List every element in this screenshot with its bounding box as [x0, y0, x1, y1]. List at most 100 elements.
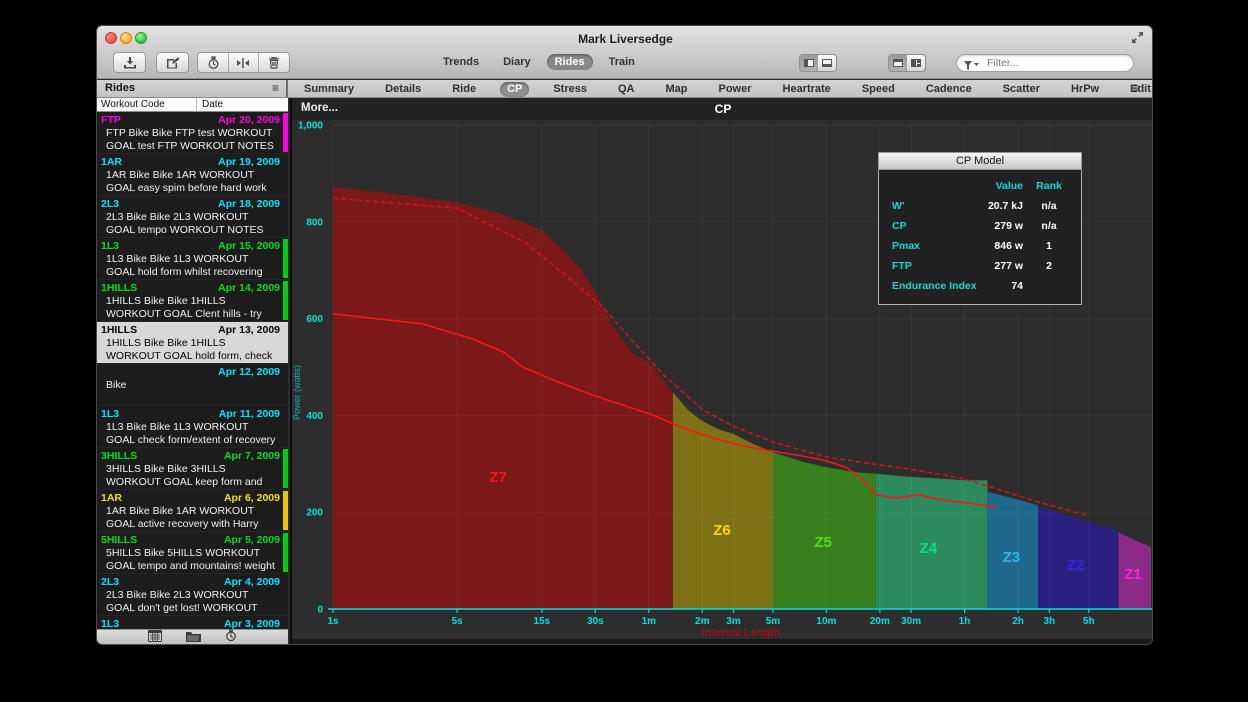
zone-label-z4: Z4 [920, 540, 938, 557]
ride-list-item[interactable]: 3HILLSApr 7, 20093HILLS Bike Bike 3HILLS… [97, 448, 288, 490]
cp-model-cell: 277 w [979, 260, 1023, 272]
sidebar-menu-icon[interactable]: ≡ [272, 81, 279, 95]
chart-tab-speed[interactable]: Speed [855, 82, 902, 97]
chart-menu-icon[interactable]: ≡ [1133, 81, 1140, 95]
ride-description: 1HILLS Bike Bike 1HILLS [101, 295, 280, 308]
ride-date: Apr 7, 2009 [224, 450, 280, 463]
rides-sidebar: Workout Code Date FTPApr 20, 2009FTP Bik… [97, 98, 288, 645]
single-pane-icon[interactable] [889, 55, 907, 71]
chart-tab-scatter[interactable]: Scatter [996, 82, 1047, 97]
ride-workout-code: 1AR [101, 492, 122, 505]
ride-description: GOAL tempo WORKOUT NOTES [101, 224, 280, 237]
view-tab-diary[interactable]: Diary [495, 54, 539, 70]
ride-description: Bike [101, 379, 280, 392]
ride-description: GOAL tempo and mountains! weight [101, 560, 280, 573]
x-tick-label: 5m [766, 616, 781, 627]
x-tick-label: 1s [327, 616, 339, 627]
filter-field-wrap [956, 53, 1134, 71]
ride-date: Apr 20, 2009 [218, 114, 280, 127]
ride-list-item[interactable]: 1HILLSApr 13, 20091HILLS Bike Bike 1HILL… [97, 322, 288, 364]
cp-model-table-header[interactable]: CP Model [878, 152, 1082, 170]
rides-list: FTPApr 20, 2009FTP Bike Bike FTP test WO… [97, 112, 288, 629]
chart-tab-map[interactable]: Map [658, 82, 694, 97]
chart-tab-cadence[interactable]: Cadence [919, 82, 979, 97]
ride-description: 3HILLS Bike Bike 3HILLS [101, 463, 280, 476]
ride-date: Apr 13, 2009 [218, 324, 280, 337]
y-axis-title: Power (watts) [292, 365, 302, 420]
chart-tab-hrpw[interactable]: HrPw [1064, 82, 1106, 97]
y-tick-label: 800 [306, 217, 323, 228]
ride-description: FTP Bike Bike FTP test WORKOUT [101, 127, 280, 140]
ride-color-ribbon [283, 533, 288, 572]
ride-date: Apr 6, 2009 [224, 492, 280, 505]
zone-label-z3: Z3 [1003, 549, 1021, 566]
chart-tab-qa[interactable]: QA [611, 82, 642, 97]
zone-area-z5 [773, 452, 876, 609]
cp-model-cell: CP [879, 220, 979, 232]
ride-list-item[interactable]: Apr 12, 2009Bike [97, 364, 288, 406]
sidebar-toggle-icon[interactable] [800, 55, 818, 71]
chart-tab-ride[interactable]: Ride [445, 82, 483, 97]
fullscreen-icon[interactable] [1131, 31, 1144, 44]
ride-list-item[interactable]: 2L3Apr 4, 20092L3 Bike Bike 2L3 WORKOUTG… [97, 574, 288, 616]
chart-tab-bar: Summary Details Ride CP Stress QA Map Power Hear… [297, 81, 1153, 97]
cp-model-cell [879, 180, 979, 192]
filter-input[interactable] [956, 54, 1134, 72]
cp-chart-panel: More... CP 1s5s15s30s1m2m3m5m10m20m30m1h… [290, 98, 1153, 645]
cp-model-cell: FTP [879, 260, 979, 272]
chart-tab-summary[interactable]: Summary [297, 82, 361, 97]
ride-description: 1L3 Bike Bike 1L3 WORKOUT [101, 421, 280, 434]
bottom-panel-icon[interactable] [818, 55, 836, 71]
ride-list-item[interactable]: 1L3Apr 11, 20091L3 Bike Bike 1L3 WORKOUT… [97, 406, 288, 448]
x-tick-label: 5h [1083, 616, 1095, 627]
chart-tab-cp[interactable]: CP [500, 82, 529, 97]
x-tick-label: 20m [870, 616, 890, 627]
ride-list-item[interactable]: 2L3Apr 18, 20092L3 Bike Bike 2L3 WORKOUT… [97, 196, 288, 238]
column-date[interactable]: Date [197, 98, 223, 111]
folder-icon[interactable] [186, 629, 201, 645]
ride-color-ribbon [283, 491, 288, 530]
column-workout-code[interactable]: Workout Code [97, 98, 197, 111]
view-tab-trends[interactable]: Trends [435, 54, 487, 70]
cp-model-cell [1023, 280, 1075, 292]
download-activity-button[interactable] [113, 52, 146, 73]
chart-tab-details[interactable]: Details [378, 82, 428, 97]
ride-description: GOAL active recovery with Harry [101, 518, 280, 531]
ride-color-ribbon [283, 239, 288, 278]
tiled-view-icon[interactable] [907, 55, 925, 71]
split-icon[interactable] [229, 53, 259, 72]
chart-tab-stress[interactable]: Stress [546, 82, 594, 97]
chart-tab-heartrate[interactable]: Heartrate [776, 82, 838, 97]
ride-date: Apr 15, 2009 [218, 240, 280, 253]
view-tab-train[interactable]: Train [601, 54, 643, 70]
ride-list-item[interactable]: 1ARApr 6, 20091AR Bike Bike 1AR WORKOUTG… [97, 490, 288, 532]
ride-list-item[interactable]: 1L3Apr 15, 20091L3 Bike Bike 1L3 WORKOUT… [97, 238, 288, 280]
zone-label-z1: Z1 [1124, 566, 1142, 583]
ride-description: 1L3 Bike Bike 1L3 WORKOUT [101, 253, 280, 266]
ride-list-item[interactable]: 1L3Apr 3, 2009 [97, 616, 288, 629]
calendar-icon[interactable] [148, 629, 162, 645]
trash-icon[interactable] [259, 53, 289, 72]
list-column-header[interactable]: Workout Code Date [97, 98, 288, 112]
ride-list-item[interactable]: 1ARApr 19, 20091AR Bike Bike 1AR WORKOUT… [97, 154, 288, 196]
stopwatch-icon[interactable] [225, 629, 237, 645]
ride-date: Apr 5, 2009 [224, 534, 280, 547]
ride-description: GOAL don't get lost! WORKOUT [101, 602, 280, 615]
ride-list-item[interactable]: FTPApr 20, 2009FTP Bike Bike FTP test WO… [97, 112, 288, 154]
y-tick-label: 400 [306, 411, 323, 422]
ride-list-item[interactable]: 1HILLS Apr 14, 20091HILLS Bike Bike 1HILL… [97, 280, 288, 322]
zone-label-z6: Z6 [713, 522, 731, 539]
ride-list-item[interactable]: 5HILLSApr 5, 20095HILLS Bike 5HILLS WORK… [97, 532, 288, 574]
cp-model-row: CP279 wn/a [879, 216, 1081, 236]
ride-description: GOAL easy spim before hard work [101, 182, 280, 195]
zone-label-z7: Z7 [489, 469, 507, 486]
view-switcher: Trends Diary Rides Train [435, 54, 643, 70]
view-tab-rides[interactable]: Rides [547, 54, 593, 70]
ride-workout-code: 2L3 [101, 576, 119, 589]
chart-tab-power[interactable]: Power [711, 82, 758, 97]
ride-workout-code: 1HILLS [101, 282, 137, 295]
ride-date: Apr 14, 2009 [218, 282, 280, 295]
manual-activity-button[interactable] [156, 52, 189, 73]
ride-date: Apr 12, 2009 [218, 366, 280, 379]
stopwatch-icon[interactable] [199, 53, 229, 72]
